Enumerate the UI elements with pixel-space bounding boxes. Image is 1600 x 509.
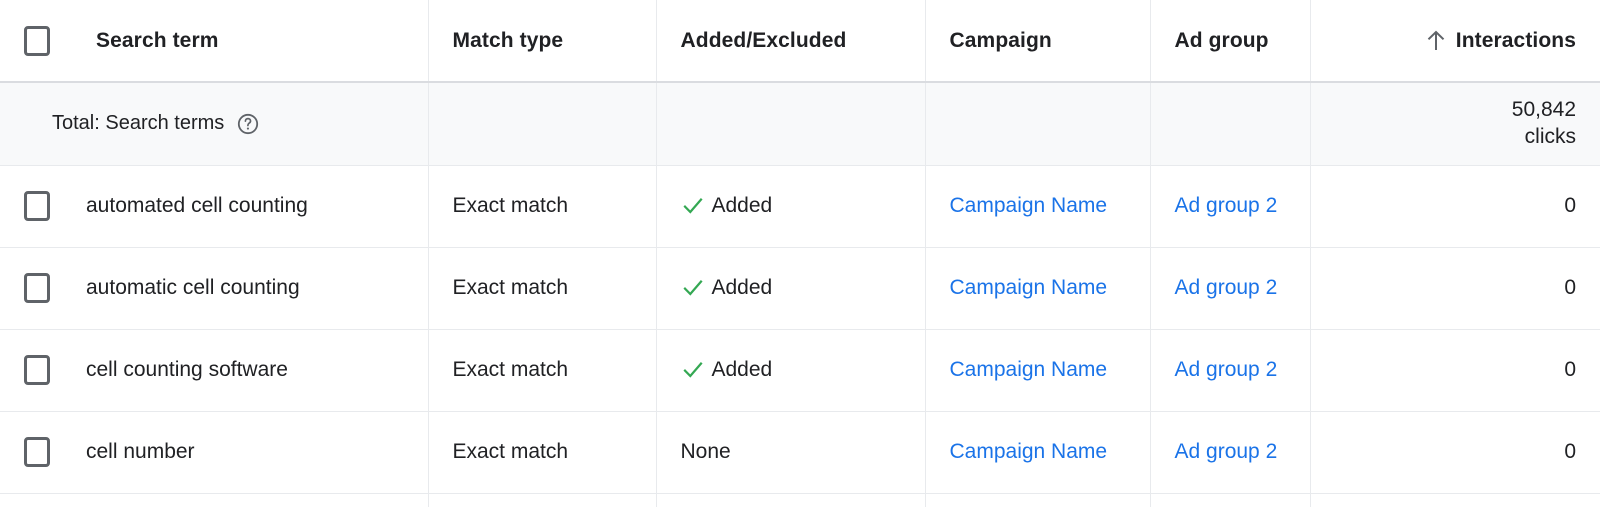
added-excluded-text: Added	[711, 358, 773, 381]
column-header-search-term[interactable]: Search term	[0, 0, 429, 83]
partial-cell-match-type	[428, 493, 657, 507]
campaign-link[interactable]: Campaign Name	[950, 194, 1108, 217]
table-row-partial[interactable]	[0, 493, 1600, 507]
ad-group-link[interactable]: Ad group 2	[1175, 276, 1278, 299]
ad-group-link[interactable]: Ad group 2	[1175, 358, 1278, 381]
cell-interactions: 0	[1310, 329, 1600, 412]
search-term-text: cell counting software	[86, 358, 288, 381]
cell-match-type: Exact match	[428, 411, 657, 494]
row-checkbox[interactable]	[24, 355, 86, 385]
cell-search-term: cell number	[0, 411, 429, 494]
column-header-added-excluded[interactable]: Added/Excluded	[656, 0, 926, 83]
row-checkbox[interactable]	[24, 273, 86, 303]
row-checkbox[interactable]	[24, 437, 86, 467]
cell-campaign[interactable]: Campaign Name	[925, 247, 1151, 330]
partial-cell-interactions	[1310, 493, 1600, 507]
total-row-interactions: 50,842 clicks	[1310, 82, 1600, 166]
ad-group-link[interactable]: Ad group 2	[1175, 194, 1278, 217]
table-row[interactable]: automated cell counting Exact match Adde…	[0, 165, 1600, 248]
cell-added-excluded: Added	[656, 247, 926, 330]
cell-search-term: automatic cell counting	[0, 247, 429, 330]
table-row[interactable]: automatic cell counting Exact match Adde…	[0, 247, 1600, 330]
search-terms-table: Search term Match type Added/Excluded Ca…	[0, 0, 1600, 507]
ad-group-link[interactable]: Ad group 2	[1175, 440, 1278, 463]
total-row-match-type	[428, 82, 657, 166]
cell-campaign[interactable]: Campaign Name	[925, 411, 1151, 494]
partial-cell-added-excluded	[656, 493, 926, 507]
cell-ad-group[interactable]: Ad group 2	[1150, 165, 1311, 248]
table-row[interactable]: cell counting software Exact match Added…	[0, 329, 1600, 412]
total-row-label: Total: Search terms	[52, 112, 225, 135]
arrow-up-icon	[1426, 30, 1446, 52]
check-icon	[681, 358, 705, 382]
total-interactions-unit: clicks	[1524, 124, 1576, 148]
cell-added-excluded: Added	[656, 329, 926, 412]
partial-cell-campaign	[925, 493, 1151, 507]
table-row[interactable]: cell number Exact match None Campaign Na…	[0, 411, 1600, 494]
campaign-link[interactable]: Campaign Name	[950, 358, 1108, 381]
total-interactions-value: 50,842	[1511, 97, 1576, 121]
column-header-ad-group[interactable]: Ad group	[1150, 0, 1311, 83]
cell-search-term: cell counting software	[0, 329, 429, 412]
row-checkbox[interactable]	[24, 191, 86, 221]
column-header-label-campaign: Campaign	[949, 28, 1052, 52]
cell-interactions: 0	[1310, 247, 1600, 330]
select-all-checkbox[interactable]	[24, 25, 86, 56]
checkbox-icon	[24, 191, 50, 221]
added-excluded-text: Added	[711, 276, 773, 299]
cell-ad-group[interactable]: Ad group 2	[1150, 329, 1311, 412]
total-row-label-cell: Total: Search terms	[0, 82, 429, 166]
cell-campaign[interactable]: Campaign Name	[925, 165, 1151, 248]
column-header-match-type[interactable]: Match type	[428, 0, 657, 83]
column-header-label-interactions: Interactions	[1455, 28, 1576, 52]
total-row-ad-group	[1150, 82, 1311, 166]
added-excluded-text: None	[680, 440, 731, 463]
checkbox-icon	[24, 355, 50, 385]
checkbox-icon	[24, 25, 50, 56]
column-header-interactions[interactable]: Interactions	[1310, 0, 1600, 83]
help-circle-icon[interactable]	[236, 112, 260, 136]
cell-interactions: 0	[1310, 411, 1600, 494]
cell-match-type: Exact match	[428, 329, 657, 412]
check-icon	[681, 194, 705, 218]
partial-cell-ad-group	[1150, 493, 1311, 507]
checkbox-icon	[24, 437, 50, 467]
cell-ad-group[interactable]: Ad group 2	[1150, 247, 1311, 330]
total-row-added-excluded	[656, 82, 926, 166]
campaign-link[interactable]: Campaign Name	[950, 440, 1108, 463]
added-excluded-text: Added	[711, 194, 773, 217]
cell-added-excluded: Added	[656, 165, 926, 248]
table-header-row: Search term Match type Added/Excluded Ca…	[0, 0, 1600, 83]
partial-cell-search-term	[0, 493, 429, 507]
cell-match-type: Exact match	[428, 165, 657, 248]
column-header-label-added-excluded: Added/Excluded	[680, 28, 847, 52]
search-term-text: cell number	[86, 440, 195, 463]
search-term-text: automated cell counting	[86, 194, 308, 217]
cell-search-term: automated cell counting	[0, 165, 429, 248]
column-header-label-match-type: Match type	[452, 28, 564, 52]
cell-added-excluded: None	[656, 411, 926, 494]
campaign-link[interactable]: Campaign Name	[950, 276, 1108, 299]
cell-match-type: Exact match	[428, 247, 657, 330]
column-header-label-search-term: Search term	[96, 28, 219, 52]
search-term-text: automatic cell counting	[86, 276, 300, 299]
cell-campaign[interactable]: Campaign Name	[925, 329, 1151, 412]
checkbox-icon	[24, 273, 50, 303]
column-header-campaign[interactable]: Campaign	[925, 0, 1151, 83]
column-header-label-ad-group: Ad group	[1174, 28, 1269, 52]
total-row-campaign	[925, 82, 1151, 166]
total-row: Total: Search terms 50,842 clicks	[0, 82, 1600, 166]
check-icon	[681, 276, 705, 300]
cell-ad-group[interactable]: Ad group 2	[1150, 411, 1311, 494]
cell-interactions: 0	[1310, 165, 1600, 248]
